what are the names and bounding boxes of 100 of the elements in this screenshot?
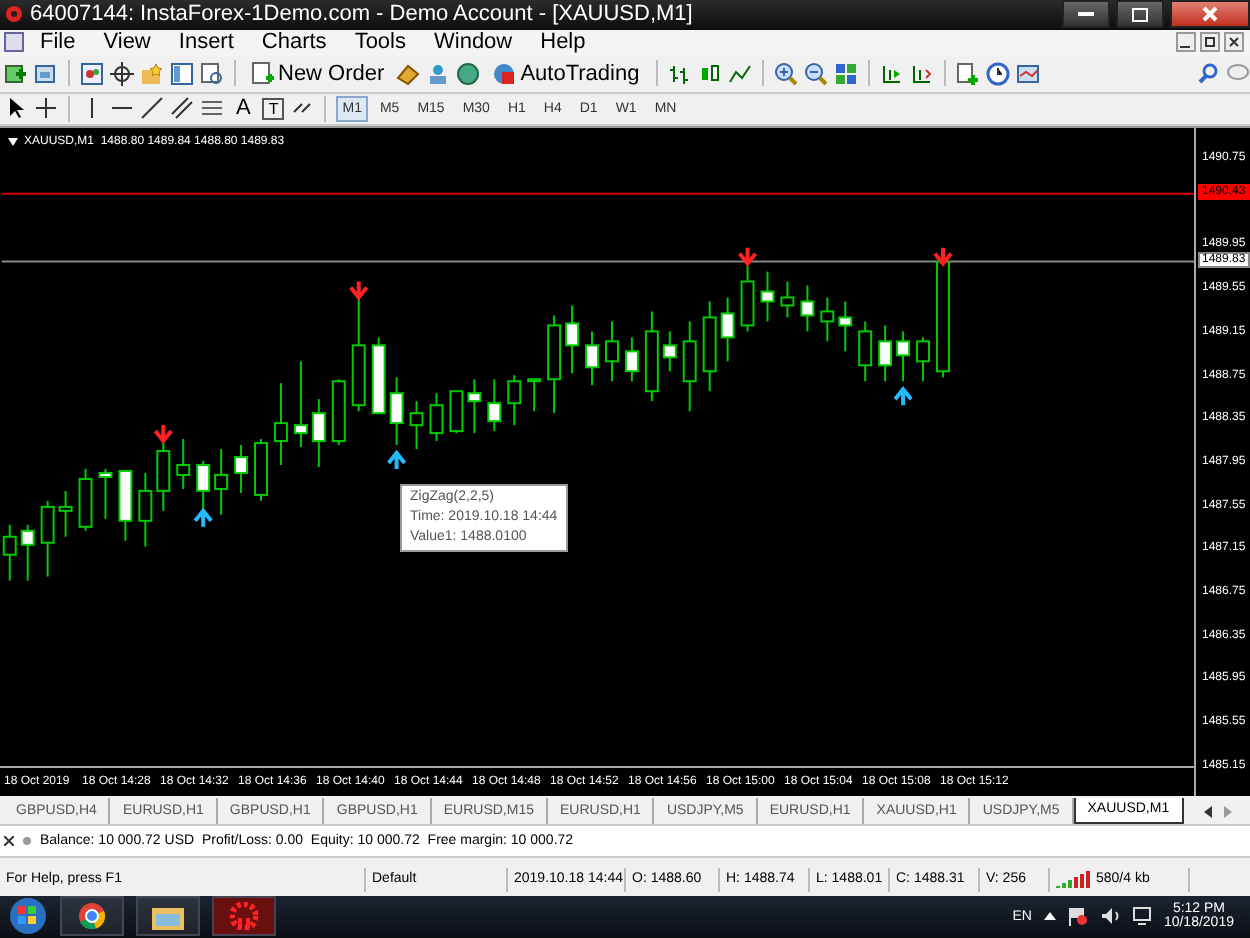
candlestick-icon[interactable] <box>697 61 722 86</box>
search-icon[interactable] <box>1196 61 1220 86</box>
candle <box>702 300 717 393</box>
new-chart-icon[interactable] <box>4 61 28 86</box>
strategy-tester-icon[interactable] <box>200 61 224 86</box>
candle <box>196 460 211 513</box>
text-tool-button[interactable]: A <box>230 93 257 124</box>
text-tool-button[interactable]: T <box>262 97 285 120</box>
menu-item[interactable]: Window <box>422 30 525 55</box>
cursor-icon[interactable] <box>4 96 28 121</box>
candle <box>98 468 113 520</box>
fibonacci-icon[interactable] <box>200 96 224 121</box>
network-icon[interactable] <box>1131 906 1152 927</box>
globe-icon[interactable] <box>456 61 481 86</box>
menu-item[interactable]: File <box>28 30 88 55</box>
down-arrow-icon <box>933 245 953 267</box>
new-order-button[interactable]: New Order <box>246 58 391 89</box>
bar-chart-icon[interactable] <box>667 61 692 86</box>
start-button-icon[interactable] <box>8 896 48 937</box>
browser-taskbar-button[interactable] <box>60 896 124 937</box>
gear-logo-icon <box>4 4 24 25</box>
maximize-icon <box>1132 7 1148 22</box>
candle <box>720 296 735 363</box>
close-icon[interactable] <box>1224 32 1244 53</box>
down-arrow-icon <box>153 423 174 445</box>
candle <box>20 524 35 582</box>
document-plus-icon <box>252 61 274 86</box>
candle <box>605 320 619 383</box>
autoscroll-icon[interactable] <box>909 61 934 86</box>
people-icon[interactable] <box>426 61 451 86</box>
candle <box>351 296 366 413</box>
candle <box>429 392 444 443</box>
chart-shift-icon[interactable] <box>879 61 904 86</box>
candle <box>138 472 153 548</box>
candle <box>820 296 835 343</box>
menu-item[interactable]: View <box>91 30 163 55</box>
minimize-button[interactable] <box>1062 0 1110 29</box>
close-button[interactable] <box>1170 0 1250 29</box>
candle <box>118 470 133 542</box>
browser-icon <box>78 902 106 931</box>
candle <box>234 444 249 495</box>
folder-taskbar-button[interactable] <box>136 896 200 937</box>
templates-icon[interactable] <box>1015 61 1040 86</box>
crosshair-icon[interactable] <box>110 61 134 86</box>
zoom-in-icon[interactable] <box>773 61 798 86</box>
menu-item[interactable]: Insert <box>166 30 246 55</box>
line-chart-icon[interactable] <box>727 61 752 86</box>
zoom-out-icon[interactable] <box>803 61 828 86</box>
candle <box>487 378 502 433</box>
dropdown-arrow-icon[interactable] <box>8 138 18 147</box>
minimize-icon <box>1078 11 1094 18</box>
candle <box>273 382 288 467</box>
down-arrow-icon <box>737 245 758 267</box>
channel-icon[interactable] <box>170 96 194 121</box>
menu-item[interactable]: Tools <box>342 30 418 55</box>
clock-icon[interactable] <box>985 61 1010 86</box>
trendline-icon[interactable] <box>140 96 164 121</box>
flag-icon[interactable] <box>1067 906 1088 927</box>
gear-taskbar-button[interactable] <box>212 896 276 937</box>
autotrading-button[interactable]: AutoTrading <box>486 58 646 89</box>
star-folder-icon[interactable] <box>140 61 164 86</box>
candle <box>585 330 599 387</box>
speaker-icon[interactable] <box>1099 906 1120 927</box>
candle <box>740 264 755 333</box>
close-icon[interactable] <box>4 835 14 846</box>
candle <box>40 500 55 578</box>
candle <box>254 438 268 503</box>
candle <box>800 284 815 333</box>
candle <box>896 330 911 383</box>
chart-window-icon[interactable] <box>4 32 24 53</box>
candle <box>662 330 677 373</box>
candle <box>644 310 659 403</box>
tile-windows-icon[interactable] <box>833 61 858 86</box>
down-arrow-icon <box>348 279 369 301</box>
candle <box>547 314 562 415</box>
candle <box>176 438 191 491</box>
restore-icon[interactable] <box>1200 32 1220 53</box>
candle <box>838 300 853 353</box>
candle <box>760 270 775 323</box>
candle <box>780 280 795 319</box>
up-arrow-icon <box>893 386 914 408</box>
caret-icon[interactable] <box>1043 912 1056 921</box>
panel-icon[interactable] <box>170 61 194 86</box>
folder-icon <box>152 903 184 930</box>
crosshair-icon[interactable] <box>34 96 58 121</box>
dot-icon <box>22 835 32 846</box>
menu-item[interactable]: Help <box>528 30 598 55</box>
windows-icon[interactable] <box>34 61 58 86</box>
add-indicator-icon[interactable] <box>955 61 980 86</box>
stop-badge-icon <box>492 61 517 86</box>
candle <box>916 336 930 383</box>
candle <box>293 360 308 449</box>
candle <box>565 304 580 375</box>
maximize-button[interactable] <box>1116 0 1164 29</box>
minimize-icon[interactable] <box>1176 32 1196 53</box>
candle <box>389 376 404 447</box>
menu-item[interactable]: Charts <box>249 30 339 55</box>
candle <box>331 378 346 447</box>
candle <box>58 490 73 538</box>
scroll-left-icon[interactable] <box>1202 805 1214 818</box>
